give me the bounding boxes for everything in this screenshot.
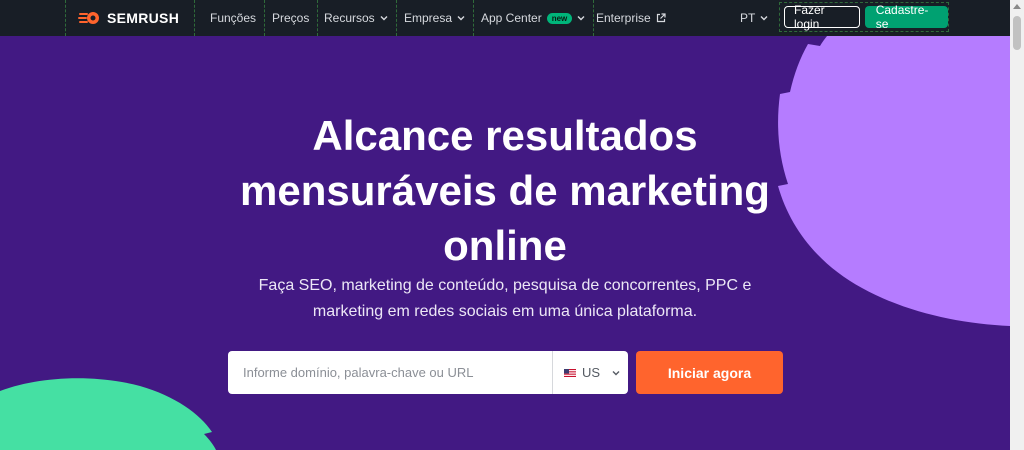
nav-item-label: Preços	[272, 11, 310, 25]
language-label: PT	[740, 11, 756, 25]
signup-button[interactable]: Cadastre-se	[864, 3, 948, 31]
chevron-down-icon	[457, 16, 465, 21]
hero-subtitle: Faça SEO, marketing de conteúdo, pesquis…	[225, 273, 785, 325]
hero-title-line: mensuráveis de marketing	[240, 167, 770, 214]
brand-name: SEMRUSH	[107, 10, 180, 26]
scroll-up-arrow[interactable]	[1013, 4, 1021, 9]
start-now-button[interactable]: Iniciar agora	[636, 351, 783, 394]
chevron-down-icon	[380, 16, 388, 21]
chevron-down-icon	[612, 370, 620, 375]
nav-item-empresa[interactable]: Empresa	[396, 0, 475, 36]
mint-shape	[0, 378, 216, 450]
nav-item-label: Recursos	[324, 11, 375, 25]
nav-item-recursos[interactable]: Recursos	[316, 0, 397, 36]
top-navigation: SEMRUSH Funções Preços Recursos Empresa …	[0, 0, 1010, 36]
nav-item-label: Enterprise	[596, 11, 651, 25]
login-button[interactable]: Fazer login	[784, 3, 860, 31]
hero-subtitle-line: marketing em redes sociais em uma única …	[312, 303, 698, 320]
hero-title-line: online	[443, 222, 567, 269]
auth-buttons: Fazer login Cadastre-se	[779, 2, 949, 32]
search-input[interactable]	[228, 351, 552, 394]
nav-item-precos[interactable]: Preços	[264, 0, 319, 36]
nav-item-app-center[interactable]: App Center new	[473, 0, 595, 36]
nav-item-enterprise[interactable]: Enterprise	[588, 0, 674, 36]
semrush-logo-icon	[78, 12, 99, 24]
hero-title: Alcance resultados mensuráveis de market…	[205, 108, 805, 273]
chevron-down-icon	[760, 16, 768, 21]
chevron-down-icon	[577, 16, 585, 21]
domain-search-form: US	[228, 351, 628, 394]
external-link-icon	[656, 13, 666, 23]
nav-item-label: Funções	[210, 11, 257, 25]
page-scrollbar[interactable]	[1010, 0, 1024, 450]
nav-item-label: Empresa	[404, 11, 453, 25]
country-selector[interactable]: US	[552, 351, 628, 394]
country-label: US	[582, 365, 601, 380]
nav-item-funcoes[interactable]: Funções	[202, 0, 266, 36]
scroll-thumb[interactable]	[1013, 16, 1021, 50]
hero-subtitle-line: Faça SEO, marketing de conteúdo, pesquis…	[258, 277, 752, 294]
language-selector[interactable]: PT	[732, 0, 776, 36]
new-badge: new	[546, 12, 573, 24]
nav-item-label: App Center	[481, 11, 542, 25]
us-flag-icon	[564, 368, 576, 377]
semrush-logo[interactable]: SEMRUSH	[65, 0, 195, 36]
hero-title-line: Alcance resultados	[312, 112, 698, 159]
lavender-shape	[778, 36, 1010, 326]
